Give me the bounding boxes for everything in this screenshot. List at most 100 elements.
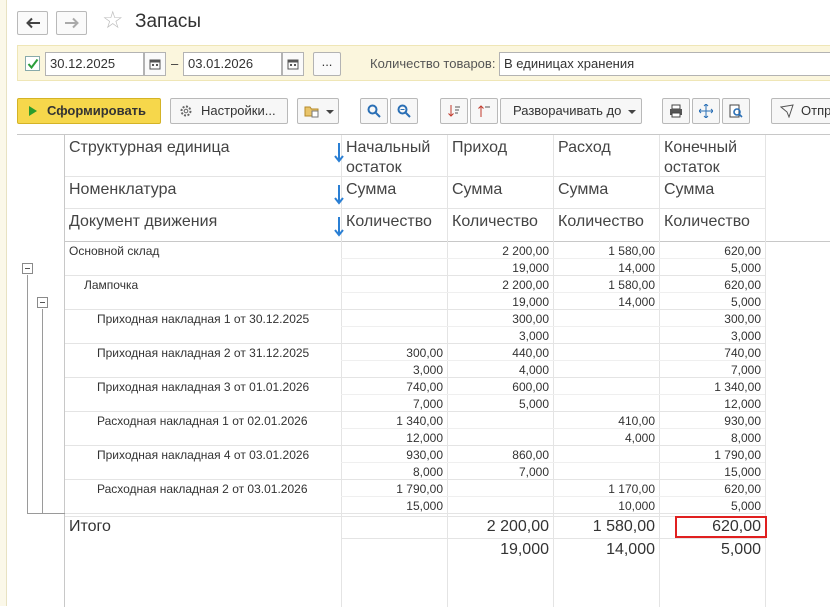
find-button[interactable] [360, 98, 388, 124]
sort-arrow-down-icon[interactable] [334, 185, 344, 205]
table-cell-qty[interactable]: 15,000 [341, 498, 443, 515]
send-button[interactable]: Отпр [771, 98, 830, 124]
table-cell-qty[interactable]: 4,000 [553, 430, 655, 447]
table-cell-sum[interactable]: 300,00 [659, 311, 761, 328]
date-from-field[interactable]: 30.12.2025 [45, 52, 144, 76]
table-cell-sum[interactable]: 860,00 [447, 447, 549, 464]
search-icon [367, 104, 381, 118]
generate-label: Сформировать [47, 103, 147, 118]
collapse-group-toggle[interactable] [22, 263, 33, 274]
total-income-qty: 19,000 [500, 541, 549, 558]
variants-button[interactable] [297, 98, 339, 124]
table-cell-qty[interactable]: 15,000 [659, 464, 761, 481]
table-cell-qty[interactable]: 12,000 [341, 430, 443, 447]
table-cell-sum[interactable]: 930,00 [341, 447, 443, 464]
collapse-groups-button[interactable] [440, 98, 468, 124]
expand-to-dropdown[interactable]: Разворачивать до [500, 98, 642, 124]
table-cell-qty[interactable]: 4,000 [447, 362, 549, 379]
table-cell-qty[interactable]: 19,000 [447, 260, 549, 277]
table-cell-qty[interactable]: 8,000 [341, 464, 443, 481]
sort-arrow-down-icon[interactable] [334, 143, 344, 163]
table-cell-qty[interactable]: 7,000 [659, 362, 761, 379]
row-label[interactable]: Лампочка [84, 277, 138, 294]
page-title: Запасы [135, 11, 202, 32]
col-expense-qty: Количество [558, 213, 644, 230]
date-to-calendar-button[interactable] [282, 52, 304, 76]
move-button[interactable] [692, 98, 720, 124]
date-from-calendar-button[interactable] [144, 52, 166, 76]
table-cell-sum[interactable]: 740,00 [341, 379, 443, 396]
table-cell-qty[interactable]: 3,000 [447, 328, 549, 345]
table-cell-sum[interactable]: 620,00 [659, 481, 761, 498]
back-button[interactable] [17, 11, 48, 35]
table-cell-sum[interactable]: 600,00 [447, 379, 549, 396]
table-cell-sum[interactable]: 740,00 [659, 345, 761, 362]
row-label[interactable]: Приходная накладная 3 от 01.01.2026 [97, 379, 309, 396]
table-cell-sum[interactable]: 930,00 [659, 413, 761, 430]
table-cell-sum[interactable]: 1 580,00 [553, 277, 655, 294]
calendar-icon [149, 59, 161, 70]
table-cell-sum[interactable]: 2 200,00 [447, 277, 549, 294]
col-income-sum: Сумма [452, 181, 503, 198]
table-cell-sum[interactable]: 1 790,00 [341, 481, 443, 498]
date-to-field[interactable]: 03.01.2026 [183, 52, 282, 76]
table-cell-sum[interactable]: 300,00 [447, 311, 549, 328]
table-cell-qty[interactable]: 7,000 [341, 396, 443, 413]
table-cell-sum[interactable]: 1 580,00 [553, 243, 655, 260]
table-cell-qty[interactable]: 10,000 [553, 498, 655, 515]
table-cell-qty[interactable]: 7,000 [447, 464, 549, 481]
filter-bar: 30.12.2025 – 03.01.2026 ... Количество т… [17, 45, 830, 81]
find-replace-button[interactable] [390, 98, 418, 124]
row-label[interactable]: Расходная накладная 2 от 03.01.2026 [97, 481, 308, 498]
period-checkbox[interactable] [25, 56, 40, 71]
table-cell-sum[interactable]: 2 200,00 [447, 243, 549, 260]
table-cell-sum[interactable]: 1 170,00 [553, 481, 655, 498]
table-cell-qty[interactable]: 14,000 [553, 260, 655, 277]
row-label[interactable]: Расходная накладная 1 от 02.01.2026 [97, 413, 308, 430]
row-label[interactable]: Приходная накладная 2 от 31.12.2025 [97, 345, 309, 362]
row-label[interactable]: Приходная накладная 4 от 03.01.2026 [97, 447, 309, 464]
table-cell-qty[interactable]: 5,000 [659, 294, 761, 311]
preview-button[interactable] [722, 98, 750, 124]
table-cell-qty[interactable]: 5,000 [447, 396, 549, 413]
table-cell-sum[interactable]: 1 790,00 [659, 447, 761, 464]
print-button[interactable] [662, 98, 690, 124]
table-cell-sum[interactable]: 620,00 [659, 243, 761, 260]
folder-icon [304, 106, 319, 118]
table-cell-qty[interactable]: 8,000 [659, 430, 761, 447]
table-cell-qty[interactable]: 5,000 [659, 260, 761, 277]
chevron-down-icon [326, 110, 334, 114]
chevron-down-icon [628, 110, 636, 114]
table-cell-sum[interactable]: 1 340,00 [659, 379, 761, 396]
total-expense-sum: 1 580,00 [592, 518, 655, 535]
table-cell-sum[interactable]: 1 340,00 [341, 413, 443, 430]
col-opening-title-1: Начальный [346, 139, 431, 156]
table-cell-sum[interactable]: 440,00 [447, 345, 549, 362]
settings-button[interactable]: Настройки... [170, 98, 288, 124]
total-closing-qty: 5,000 [720, 541, 761, 558]
checkmark-icon [27, 58, 39, 70]
generate-button[interactable]: Сформировать [17, 98, 161, 124]
row-label[interactable]: Приходная накладная 1 от 30.12.2025 [97, 311, 309, 328]
favorite-star-icon[interactable]: ☆ [102, 8, 124, 34]
left-panel-edge [0, 0, 7, 606]
sort-arrow-down-icon[interactable] [334, 217, 344, 237]
period-select-button[interactable]: ... [313, 52, 341, 76]
table-cell-sum[interactable]: 300,00 [341, 345, 443, 362]
arrow-right-icon [64, 17, 79, 29]
expand-groups-button[interactable] [470, 98, 498, 124]
table-cell-sum[interactable]: 410,00 [553, 413, 655, 430]
table-cell-qty[interactable]: 12,000 [659, 396, 761, 413]
table-cell-qty[interactable]: 3,000 [659, 328, 761, 345]
table-cell-qty[interactable]: 5,000 [659, 498, 761, 515]
table-cell-qty[interactable]: 19,000 [447, 294, 549, 311]
table-cell-qty[interactable]: 3,000 [341, 362, 443, 379]
row-label[interactable]: Основной склад [69, 243, 159, 260]
search-next-icon [397, 104, 411, 118]
table-cell-sum[interactable]: 620,00 [659, 277, 761, 294]
table-cell-qty[interactable]: 14,000 [553, 294, 655, 311]
collapse-group-toggle[interactable] [37, 297, 48, 308]
col-income-title-1: Приход [452, 139, 508, 156]
quantity-select[interactable]: В единицах хранения [499, 52, 830, 76]
forward-button[interactable] [56, 11, 87, 35]
